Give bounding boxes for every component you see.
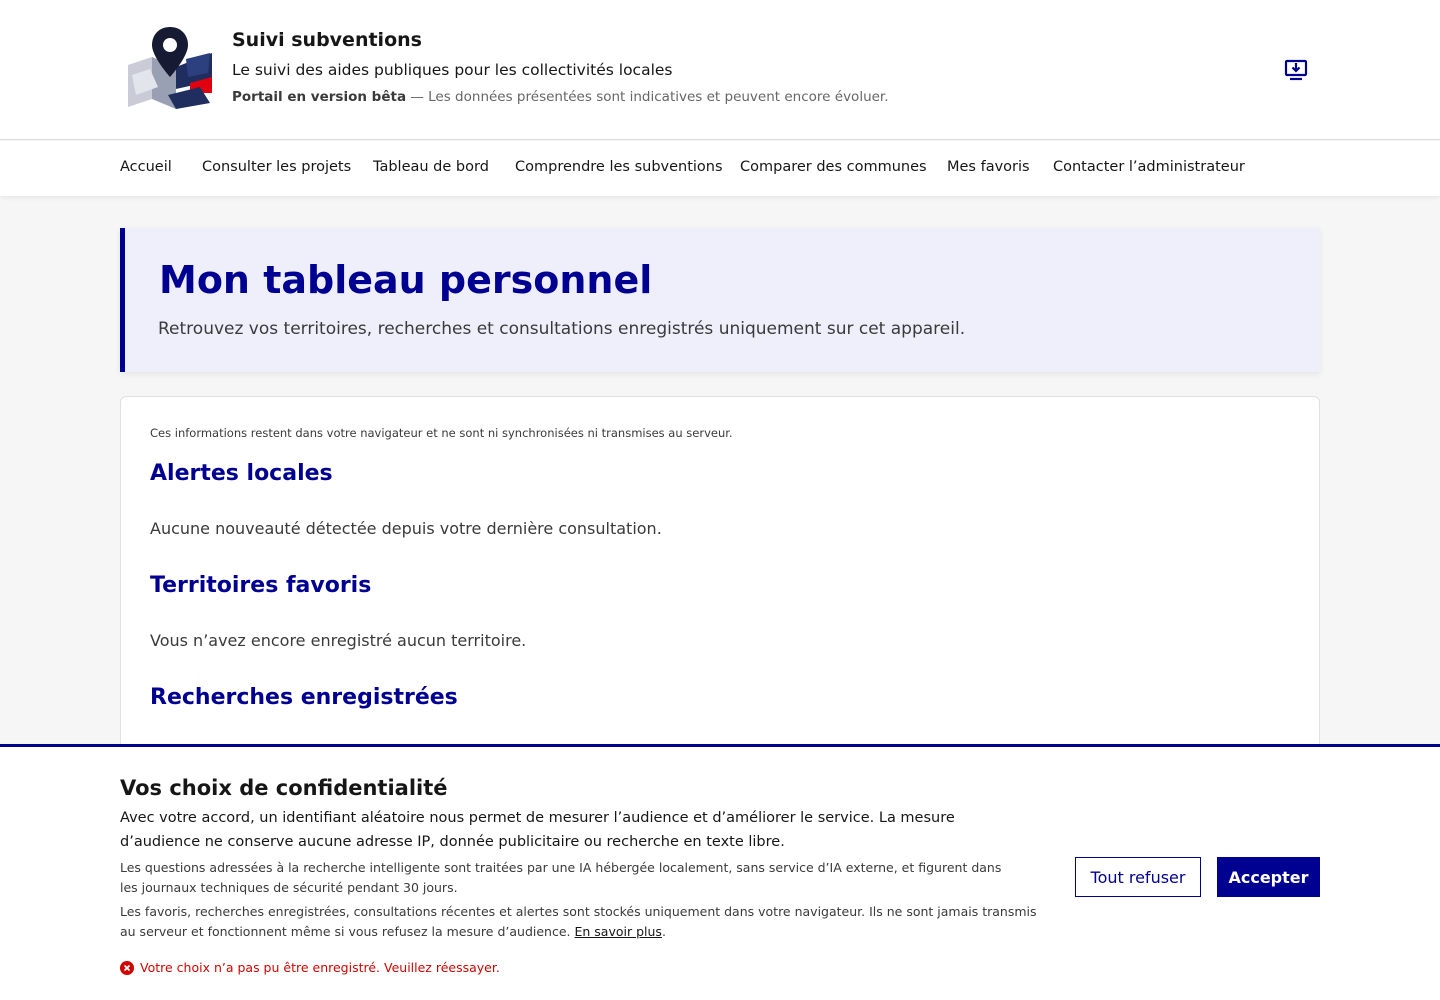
site-title[interactable]: Suivi subventions [232, 28, 889, 52]
section-title-alertes: Alertes locales [150, 461, 333, 486]
consent-title: Vos choix de confidentialité [120, 776, 448, 800]
privacy-consent-banner: Vos choix de confidentialité Avec votre … [0, 744, 1440, 1000]
accept-button[interactable]: Accepter [1217, 857, 1320, 897]
consent-error-message: Votre choix n’a pas pu être enregistré. … [120, 959, 500, 977]
nav-item-comprendre-subventions[interactable]: Comprendre les subventions [515, 157, 723, 177]
nav-item-contacter-admin[interactable]: Contacter l’administrateur [1053, 157, 1245, 177]
nav-item-accueil[interactable]: Accueil [120, 157, 172, 177]
page-title: Mon tableau personnel [159, 258, 653, 302]
brand-block: Suivi subventions Le suivi des aides pub… [232, 28, 889, 107]
nav-item-mes-favoris[interactable]: Mes favoris [947, 157, 1030, 177]
main-nav: Accueil Consulter les projets Tableau de… [0, 141, 1440, 196]
refuse-all-button[interactable]: Tout refuser [1075, 857, 1201, 897]
nav-item-comparer-communes[interactable]: Comparer des communes [740, 157, 927, 177]
install-app-icon [1284, 59, 1308, 81]
section-title-territoires: Territoires favoris [150, 573, 372, 598]
section-text-territoires: Vous n’avez encore enregistré aucun terr… [150, 631, 527, 650]
section-text-alertes: Aucune nouveauté détectée depuis votre d… [150, 519, 662, 538]
consent-storage-text: Les favoris, recherches enregistrées, co… [120, 902, 1040, 942]
personal-dashboard-card: Ces informations restent dans votre navi… [120, 396, 1320, 796]
nav-item-tableau-de-bord[interactable]: Tableau de bord [373, 157, 489, 177]
page-subtitle: Retrouvez vos territoires, recherches et… [158, 319, 966, 339]
section-title-recherches: Recherches enregistrées [150, 685, 458, 710]
consent-audience-text: Avec votre accord, un identifiant aléato… [120, 810, 955, 850]
consent-error-text: Votre choix n’a pas pu être enregistré. … [140, 960, 500, 975]
map-pin-logo-icon[interactable] [124, 25, 216, 113]
learn-more-link[interactable]: En savoir plus [575, 924, 662, 939]
page-hero: Mon tableau personnel Retrouvez vos terr… [120, 228, 1320, 372]
nav-item-consulter-projets[interactable]: Consulter les projets [202, 157, 351, 177]
beta-label: Portail en version bêta [232, 89, 407, 105]
consent-ai-text: Les questions adressées à la recherche i… [120, 860, 1002, 895]
install-app-button[interactable] [1282, 56, 1310, 84]
error-circle-icon [120, 961, 134, 975]
site-header: Suivi subventions Le suivi des aides pub… [0, 0, 1440, 140]
consent-period: . [661, 924, 666, 939]
storage-notice: Ces informations restent dans votre navi… [150, 426, 733, 440]
beta-notice: Portail en version bêta — Les données pr… [232, 87, 889, 107]
beta-text: — Les données présentées sont indicative… [406, 89, 889, 105]
site-tagline: Le suivi des aides publiques pour les co… [232, 61, 673, 79]
